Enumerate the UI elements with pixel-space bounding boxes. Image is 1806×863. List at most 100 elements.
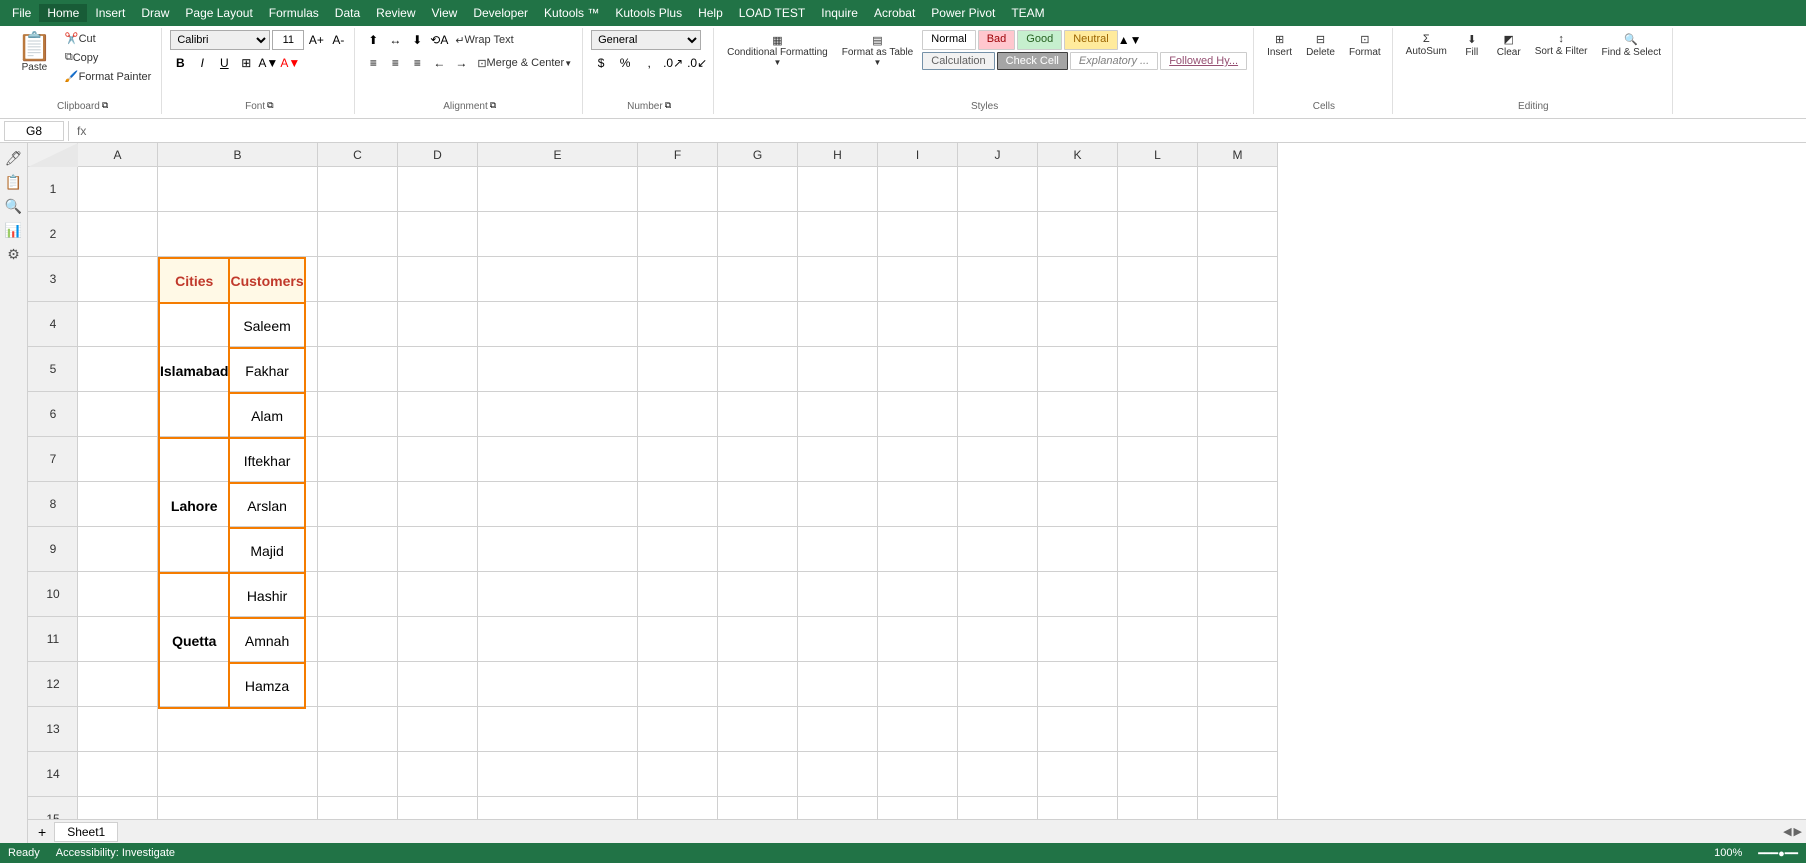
conditional-formatting-button[interactable]: ▦ Conditional Formatting ▼	[722, 31, 833, 70]
cell-D1[interactable]	[398, 167, 478, 212]
customer-fakhar[interactable]: Fakhar	[229, 348, 304, 393]
cell-A15[interactable]	[78, 797, 158, 819]
col-header-C[interactable]: C	[318, 143, 398, 167]
cities-header[interactable]: Cities	[159, 258, 229, 303]
cell-M15[interactable]	[1198, 797, 1278, 819]
cell-E13[interactable]	[478, 707, 638, 752]
cell-F8[interactable]	[638, 482, 718, 527]
delete-button[interactable]: ⊟ Delete	[1301, 30, 1340, 61]
format-button[interactable]: ⊡ Format	[1344, 30, 1386, 61]
cell-M7[interactable]	[1198, 437, 1278, 482]
cell-E7[interactable]	[478, 437, 638, 482]
cell-A14[interactable]	[78, 752, 158, 797]
clear-button[interactable]: ◩ Clear	[1492, 30, 1526, 61]
cell-J12[interactable]	[958, 662, 1038, 707]
cell-G8[interactable]	[718, 482, 798, 527]
cell-D2[interactable]	[398, 212, 478, 257]
col-header-D[interactable]: D	[398, 143, 478, 167]
cell-M4[interactable]	[1198, 302, 1278, 347]
cell-K8[interactable]	[1038, 482, 1118, 527]
cell-G9[interactable]	[718, 527, 798, 572]
customer-saleem[interactable]: Saleem	[229, 303, 304, 348]
cell-E11[interactable]	[478, 617, 638, 662]
cell-B1[interactable]	[158, 167, 318, 212]
cell-J14[interactable]	[958, 752, 1038, 797]
cell-H11[interactable]	[798, 617, 878, 662]
cell-M5[interactable]	[1198, 347, 1278, 392]
cell-I1[interactable]	[878, 167, 958, 212]
cell-D15[interactable]	[398, 797, 478, 819]
cell-J7[interactable]	[958, 437, 1038, 482]
cell-A3[interactable]	[78, 257, 158, 302]
cell-F5[interactable]	[638, 347, 718, 392]
name-box[interactable]	[4, 121, 64, 141]
cell-F13[interactable]	[638, 707, 718, 752]
font-expand-icon[interactable]: ⧉	[267, 100, 273, 111]
clipboard-expand-icon[interactable]: ⧉	[102, 100, 108, 111]
cell-E14[interactable]	[478, 752, 638, 797]
cell-C6[interactable]	[318, 392, 398, 437]
align-right-button[interactable]: ≡	[407, 53, 427, 73]
cell-E8[interactable]	[478, 482, 638, 527]
align-middle-button[interactable]: ↔	[385, 30, 405, 50]
merge-center-button[interactable]: ⊡ Merge & Center ▼	[473, 55, 576, 72]
cell-J6[interactable]	[958, 392, 1038, 437]
cell-H6[interactable]	[798, 392, 878, 437]
col-header-K[interactable]: K	[1038, 143, 1118, 167]
menu-formulas[interactable]: Formulas	[261, 4, 327, 22]
menu-review[interactable]: Review	[368, 4, 423, 22]
cell-G5[interactable]	[718, 347, 798, 392]
cell-I10[interactable]	[878, 572, 958, 617]
menu-file[interactable]: File	[4, 4, 39, 22]
font-color-button[interactable]: A▼	[280, 53, 300, 73]
cell-A11[interactable]	[78, 617, 158, 662]
row-header-15[interactable]: 15	[28, 797, 78, 819]
row-header-8[interactable]: 8	[28, 482, 78, 527]
cell-K9[interactable]	[1038, 527, 1118, 572]
style-neutral-button[interactable]: Neutral	[1064, 30, 1117, 50]
cell-F12[interactable]	[638, 662, 718, 707]
cell-L14[interactable]	[1118, 752, 1198, 797]
customer-iftekhar[interactable]: Iftekhar	[229, 438, 304, 483]
cell-E3[interactable]	[478, 257, 638, 302]
cell-L9[interactable]	[1118, 527, 1198, 572]
cell-L1[interactable]	[1118, 167, 1198, 212]
cell-H3[interactable]	[798, 257, 878, 302]
cell-C4[interactable]	[318, 302, 398, 347]
formula-input[interactable]	[94, 121, 1802, 141]
align-top-button[interactable]: ⬆	[363, 30, 383, 50]
cell-K10[interactable]	[1038, 572, 1118, 617]
cell-J15[interactable]	[958, 797, 1038, 819]
cell-H1[interactable]	[798, 167, 878, 212]
cell-D7[interactable]	[398, 437, 478, 482]
cell-M2[interactable]	[1198, 212, 1278, 257]
cell-I4[interactable]	[878, 302, 958, 347]
cell-I2[interactable]	[878, 212, 958, 257]
cell-D3[interactable]	[398, 257, 478, 302]
cell-M10[interactable]	[1198, 572, 1278, 617]
paste-button[interactable]: 📋 Paste	[10, 30, 59, 76]
cell-L7[interactable]	[1118, 437, 1198, 482]
customer-alam[interactable]: Alam	[229, 393, 304, 438]
cell-J5[interactable]	[958, 347, 1038, 392]
cell-D9[interactable]	[398, 527, 478, 572]
align-left-button[interactable]: ≡	[363, 53, 383, 73]
percent-button[interactable]: %	[615, 53, 635, 73]
col-header-H[interactable]: H	[798, 143, 878, 167]
cell-I6[interactable]	[878, 392, 958, 437]
fill-color-button[interactable]: A▼	[258, 53, 278, 73]
cell-G4[interactable]	[718, 302, 798, 347]
cell-C14[interactable]	[318, 752, 398, 797]
cell-A1[interactable]	[78, 167, 158, 212]
cell-D5[interactable]	[398, 347, 478, 392]
cell-C15[interactable]	[318, 797, 398, 819]
function-icon[interactable]: fx	[73, 124, 90, 138]
cell-K13[interactable]	[1038, 707, 1118, 752]
cell-B2[interactable]	[158, 212, 318, 257]
cell-K11[interactable]	[1038, 617, 1118, 662]
cell-C11[interactable]	[318, 617, 398, 662]
row-header-12[interactable]: 12	[28, 662, 78, 707]
menu-home[interactable]: Home	[39, 4, 87, 22]
underline-button[interactable]: U	[214, 53, 234, 73]
cell-F14[interactable]	[638, 752, 718, 797]
